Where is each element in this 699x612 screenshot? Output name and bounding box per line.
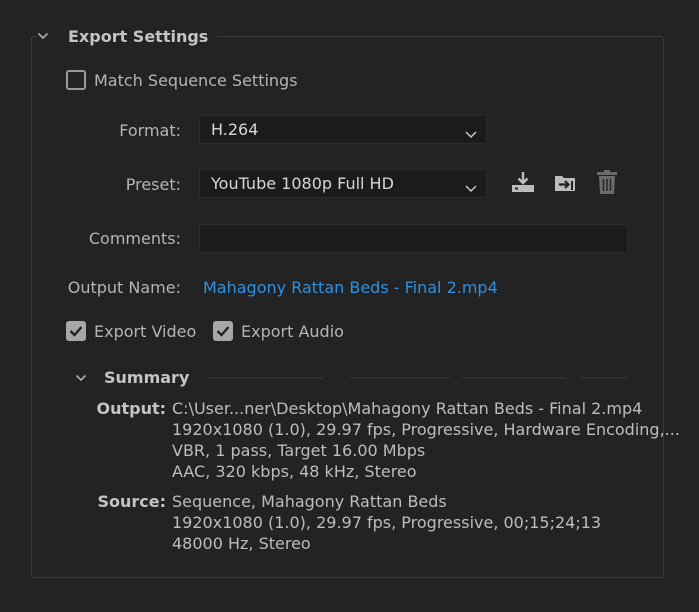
comments-label: Comments: [88,229,181,248]
output-name-link[interactable]: Mahagony Rattan Beds - Final 2.mp4 [203,278,498,297]
divider [580,377,628,379]
summary-source-details: Sequence, Mahagony Rattan Beds 1920x1080… [172,491,601,554]
export-video-checkbox[interactable] [66,321,86,341]
summary-header[interactable]: Summary [75,368,189,387]
summary-line: 1920x1080 (1.0), 29.97 fps, Progressive,… [172,420,680,439]
match-sequence-row[interactable]: Match Sequence Settings [66,70,298,90]
match-sequence-label: Match Sequence Settings [94,70,298,90]
format-select[interactable]: H.264 [199,115,487,144]
match-sequence-checkbox[interactable] [66,70,86,90]
section-title: Export Settings [68,26,209,46]
divider [350,377,450,379]
import-preset-icon [553,170,579,198]
summary-line: 1920x1080 (1.0), 29.97 fps, Progressive,… [172,513,602,532]
summary-source-label: Source: [97,492,166,511]
divider [462,377,566,379]
export-audio-checkbox[interactable] [213,321,233,341]
export-video-row[interactable]: Export Video [66,321,196,341]
chevron-down-icon [465,179,477,198]
export-audio-row[interactable]: Export Audio [213,321,344,341]
comments-input[interactable] [199,224,628,253]
chevron-down-icon[interactable] [75,372,87,384]
summary-line: AAC, 320 kbps, 48 kHz, Stereo [172,462,417,481]
delete-preset-icon [595,169,619,199]
summary-title: Summary [104,368,190,387]
preset-value: YouTube 1080p Full HD [211,174,394,193]
summary-line: C:\User...ner\Desktop\Mahagony Rattan Be… [172,399,643,418]
summary-output-details: C:\User...ner\Desktop\Mahagony Rattan Be… [172,398,680,482]
chevron-down-icon [465,125,477,144]
summary-line: 48000 Hz, Stereo [172,534,311,553]
export-video-label: Export Video [94,321,197,341]
output-name-label: Output Name: [67,278,181,297]
export-audio-label: Export Audio [241,321,344,341]
summary-line: VBR, 1 pass, Target 16.00 Mbps [172,441,426,460]
checkmark-icon [216,326,230,337]
preset-select[interactable]: YouTube 1080p Full HD [199,169,487,198]
summary-output-label: Output: [96,399,166,418]
import-preset-button[interactable] [552,170,580,198]
export-settings-header[interactable]: Export Settings [37,24,219,48]
save-preset-icon [510,170,536,198]
format-value: H.264 [211,120,259,139]
save-preset-button[interactable] [509,170,537,198]
preset-label: Preset: [125,175,181,194]
delete-preset-button[interactable] [593,170,621,198]
summary-line: Sequence, Mahagony Rattan Beds [172,492,447,511]
divider [207,377,323,379]
format-label: Format: [119,121,181,140]
chevron-down-icon[interactable] [37,30,49,42]
checkmark-icon [69,326,83,337]
